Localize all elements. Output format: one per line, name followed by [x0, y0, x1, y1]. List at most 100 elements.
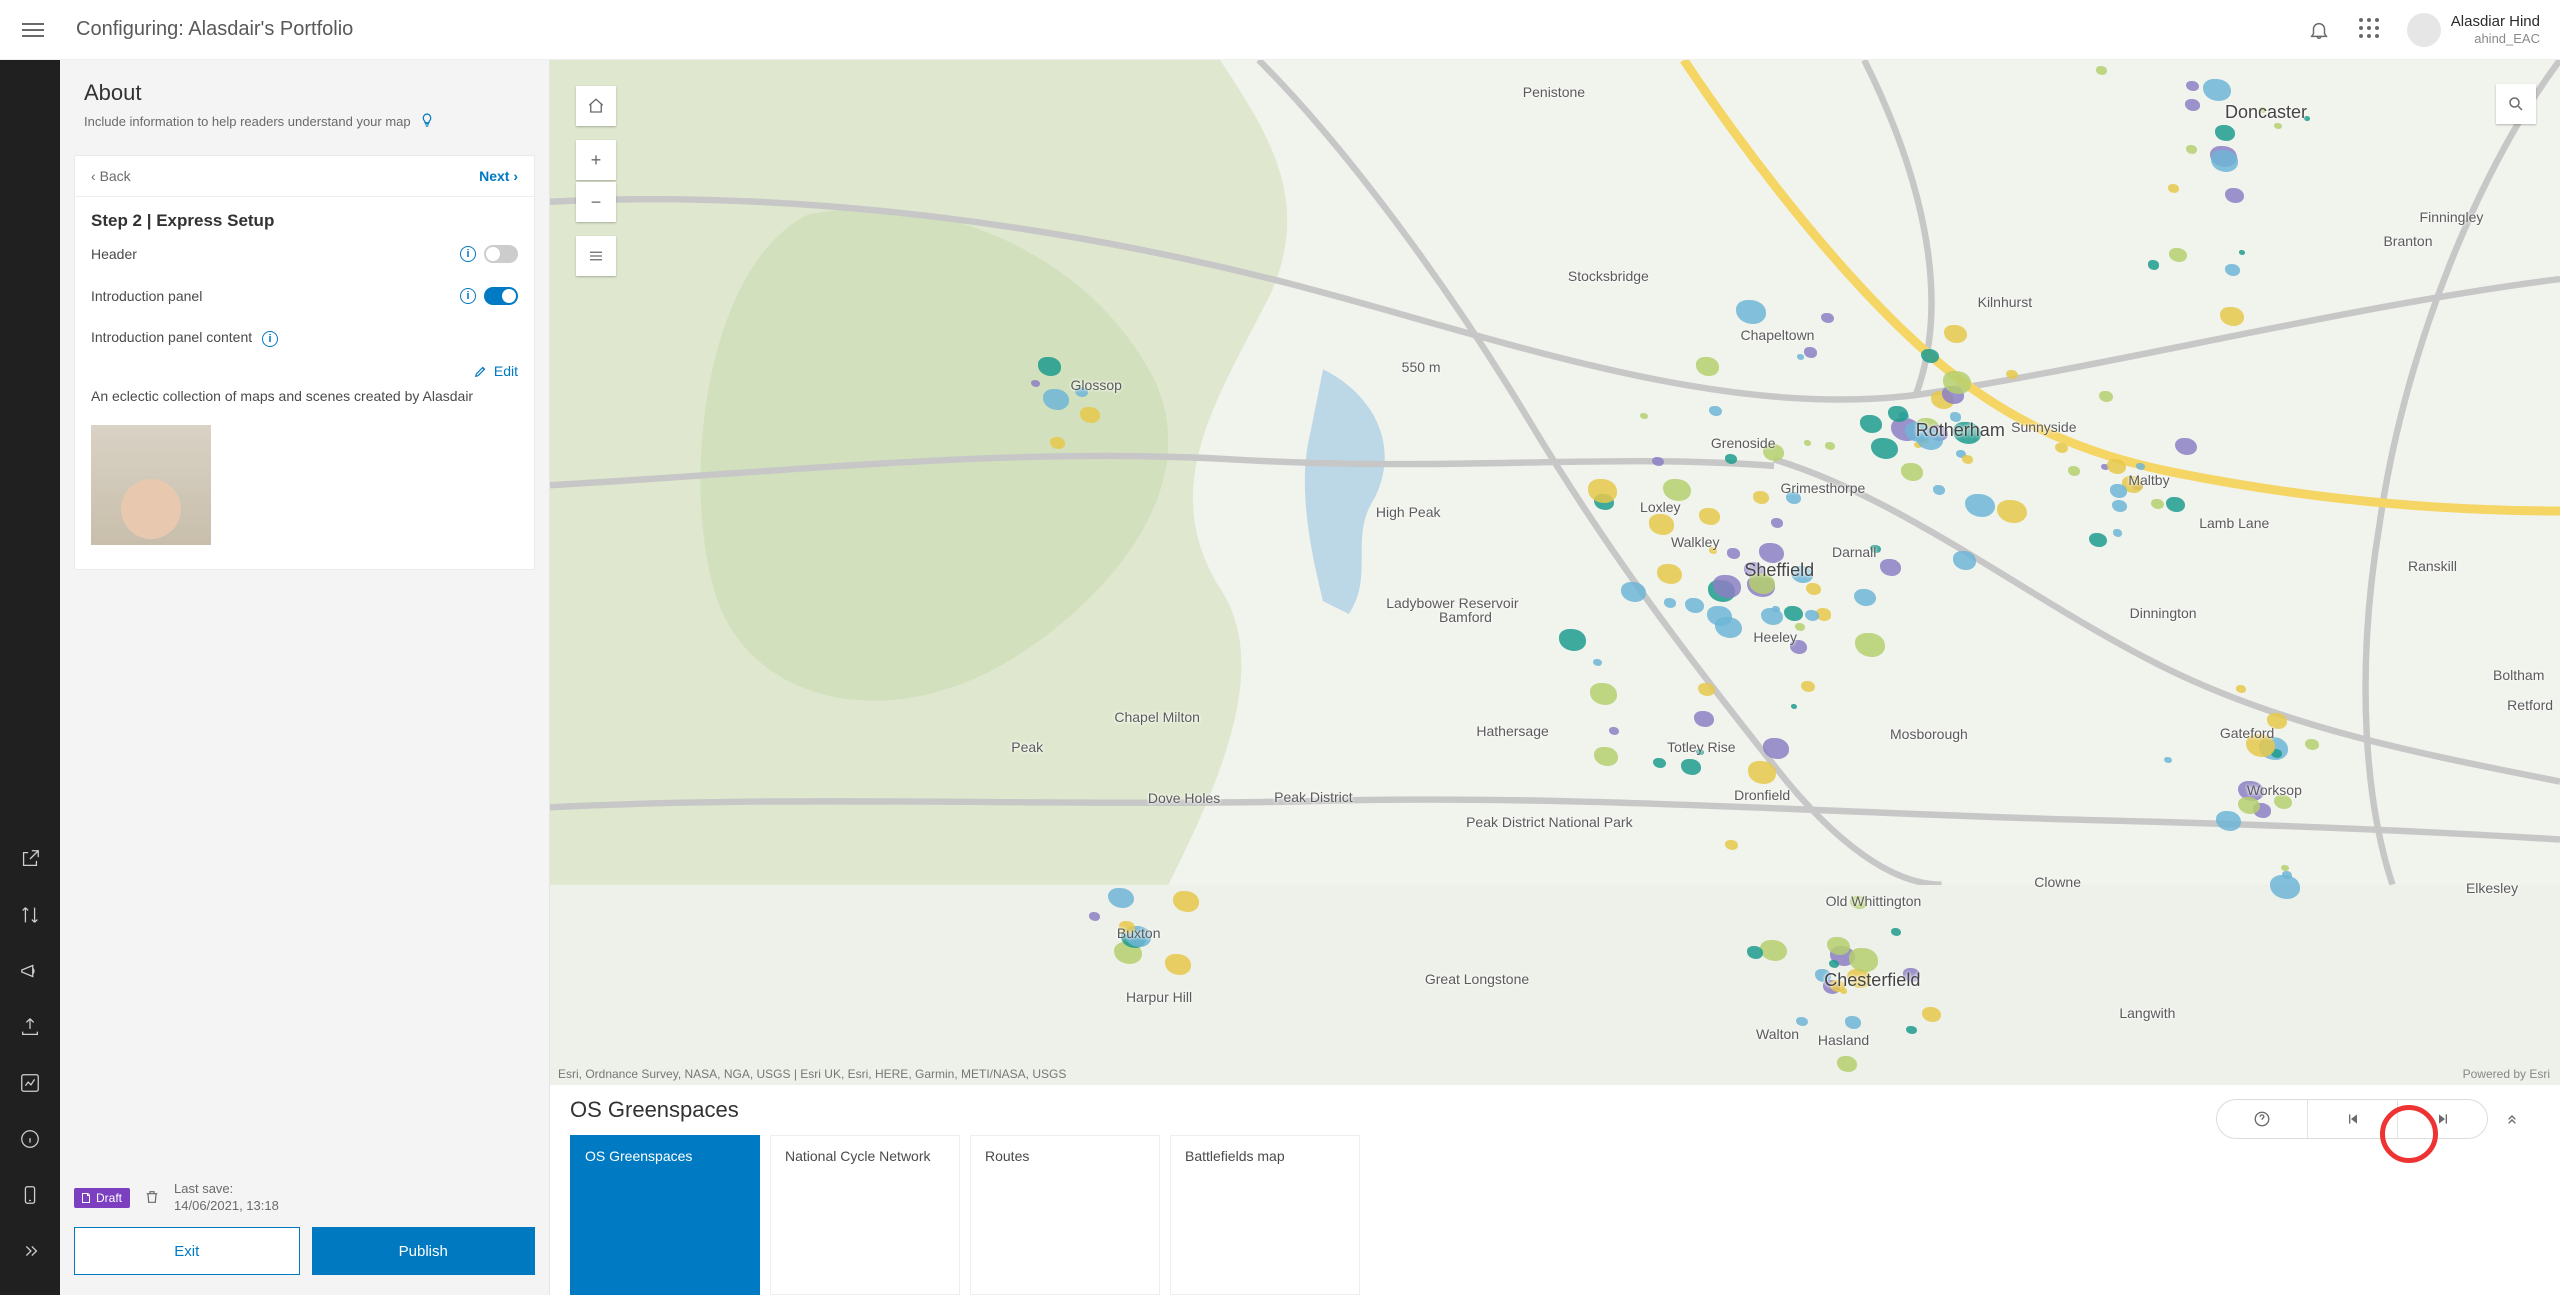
- label-layer: Penistone Doncaster Stocksbridge Glossop Gre…: [550, 60, 2560, 1085]
- page-title: Configuring: Alasdair's Portfolio: [76, 18, 353, 41]
- carousel-thumb[interactable]: OS Greenspaces: [570, 1135, 760, 1295]
- map-label: Walton: [1756, 1026, 1799, 1042]
- map-label: Bamford: [1439, 609, 1492, 625]
- carousel-thumb[interactable]: National Cycle Network: [770, 1135, 960, 1295]
- next-icon[interactable]: [2397, 1100, 2487, 1138]
- tip-icon[interactable]: [419, 112, 435, 131]
- info-icon[interactable]: i: [460, 246, 476, 262]
- layers-icon[interactable]: [576, 236, 616, 276]
- step-title: Step 2 | Express Setup: [75, 197, 534, 233]
- intro-panel-toggle[interactable]: [484, 287, 518, 305]
- map-label: Retford: [2507, 697, 2553, 713]
- map-label: Walkley: [1671, 534, 1720, 550]
- user-name: Alasdiar Hind: [2451, 13, 2540, 31]
- announce-icon[interactable]: [18, 959, 42, 983]
- carousel-thumb[interactable]: Battlefields map: [1170, 1135, 1360, 1295]
- analytics-icon[interactable]: [18, 1071, 42, 1095]
- map-label: Ladybower Reservoir: [1386, 595, 1518, 611]
- app-launcher-icon[interactable]: [2357, 18, 2381, 42]
- info-icon[interactable]: [18, 1127, 42, 1151]
- about-heading: About: [84, 80, 525, 106]
- map-label: Elkesley: [2466, 880, 2518, 896]
- help-icon[interactable]: [2217, 1100, 2307, 1138]
- header-option-label: Header: [91, 246, 137, 262]
- last-save: Last save: 14/06/2021, 13:18: [174, 1181, 279, 1215]
- share-icon[interactable]: [18, 847, 42, 871]
- edit-button[interactable]: Edit: [474, 363, 518, 379]
- device-icon[interactable]: [18, 1183, 42, 1207]
- user-menu[interactable]: Alasdiar Hind ahind_EAC: [2407, 13, 2540, 47]
- map-label: Penistone: [1523, 84, 1585, 100]
- map-label: Gateford: [2220, 725, 2274, 741]
- menu-icon[interactable]: [20, 17, 46, 43]
- carousel: OS Greenspaces OS GreenspacesNational Cy…: [550, 1085, 2560, 1295]
- map-label: Doncaster: [2225, 102, 2307, 123]
- map-label: Totley Rise: [1667, 739, 1735, 755]
- map-label: Dronfield: [1734, 787, 1790, 803]
- draft-badge: Draft: [74, 1188, 130, 1208]
- map-label: Hasland: [1818, 1032, 1869, 1048]
- swap-icon[interactable]: [18, 903, 42, 927]
- map-label: Dinnington: [2130, 605, 2197, 621]
- map-label: Grenoside: [1711, 435, 1776, 451]
- delete-icon[interactable]: [144, 1189, 160, 1208]
- collapse-icon[interactable]: [2504, 1110, 2520, 1129]
- map-label: Kilnhurst: [1978, 294, 2032, 310]
- topbar: Configuring: Alasdair's Portfolio Alasdi…: [0, 0, 2560, 60]
- map-label: Peak District: [1274, 789, 1353, 805]
- map-label: Sunnyside: [2011, 419, 2076, 435]
- zoom-out-button[interactable]: −: [576, 182, 616, 222]
- search-icon[interactable]: [2496, 84, 2536, 124]
- notifications-icon[interactable]: [2307, 18, 2331, 42]
- intro-content-label: Introduction panel content i: [91, 329, 278, 347]
- map-label: Mosborough: [1890, 726, 1968, 742]
- map-label: Boltham: [2493, 667, 2544, 683]
- map-label: Peak District National Park: [1466, 814, 1633, 830]
- powered-by-text: Powered by Esri: [2463, 1067, 2550, 1081]
- publish-button[interactable]: Publish: [312, 1227, 536, 1275]
- map-label: Great Longstone: [1425, 971, 1529, 987]
- expand-rail-icon[interactable]: [18, 1239, 42, 1263]
- next-button[interactable]: Next ›: [479, 168, 518, 184]
- map-label: Peak: [1011, 739, 1043, 755]
- map-label: Loxley: [1640, 499, 1680, 515]
- map-label: Heeley: [1753, 629, 1797, 645]
- exit-button[interactable]: Exit: [74, 1227, 300, 1275]
- map-label: Lamb Lane: [2199, 515, 2269, 531]
- map-label: Chesterfield: [1824, 970, 1920, 991]
- info-icon[interactable]: i: [262, 331, 278, 347]
- carousel-thumb[interactable]: Routes: [970, 1135, 1160, 1295]
- map-label: 550 m: [1402, 359, 1441, 375]
- map-label: Worksop: [2247, 782, 2302, 798]
- carousel-controls: [2216, 1099, 2488, 1139]
- zoom-in-button[interactable]: +: [576, 140, 616, 180]
- avatar-icon: [2407, 13, 2441, 47]
- map-label: Buxton: [1117, 925, 1161, 941]
- left-rail: [0, 60, 60, 1295]
- map-label: Hathersage: [1476, 723, 1548, 739]
- user-id: ahind_EAC: [2474, 31, 2540, 47]
- intro-panel-label: Introduction panel: [91, 288, 202, 304]
- back-button[interactable]: ‹ Back: [91, 168, 131, 184]
- map-label: Chapel Milton: [1114, 709, 1200, 725]
- map-label: Chapeltown: [1741, 327, 1815, 343]
- map-label: Dove Holes: [1148, 790, 1220, 806]
- map-label: Darnall: [1832, 544, 1876, 560]
- map-label: Maltby: [2128, 472, 2169, 488]
- info-icon[interactable]: i: [460, 288, 476, 304]
- map-label: Stocksbridge: [1568, 268, 1649, 284]
- map-label: Harpur Hill: [1126, 989, 1192, 1005]
- map-label: Ranskill: [2408, 558, 2457, 574]
- previous-icon[interactable]: [2307, 1100, 2397, 1138]
- map-viewport[interactable]: Penistone Doncaster Stocksbridge Glossop Gre…: [550, 60, 2560, 1085]
- map-label: Langwith: [2119, 1005, 2175, 1021]
- map-label: Sheffield: [1744, 560, 1814, 581]
- config-panel: About Include information to help reader…: [60, 60, 550, 1295]
- map-label: Finningley: [2420, 209, 2484, 225]
- map-label: Glossop: [1071, 377, 1122, 393]
- map-label: Branton: [2383, 233, 2432, 249]
- author-photo: [91, 425, 211, 545]
- home-icon[interactable]: [576, 86, 616, 126]
- export-icon[interactable]: [18, 1015, 42, 1039]
- header-toggle[interactable]: [484, 245, 518, 263]
